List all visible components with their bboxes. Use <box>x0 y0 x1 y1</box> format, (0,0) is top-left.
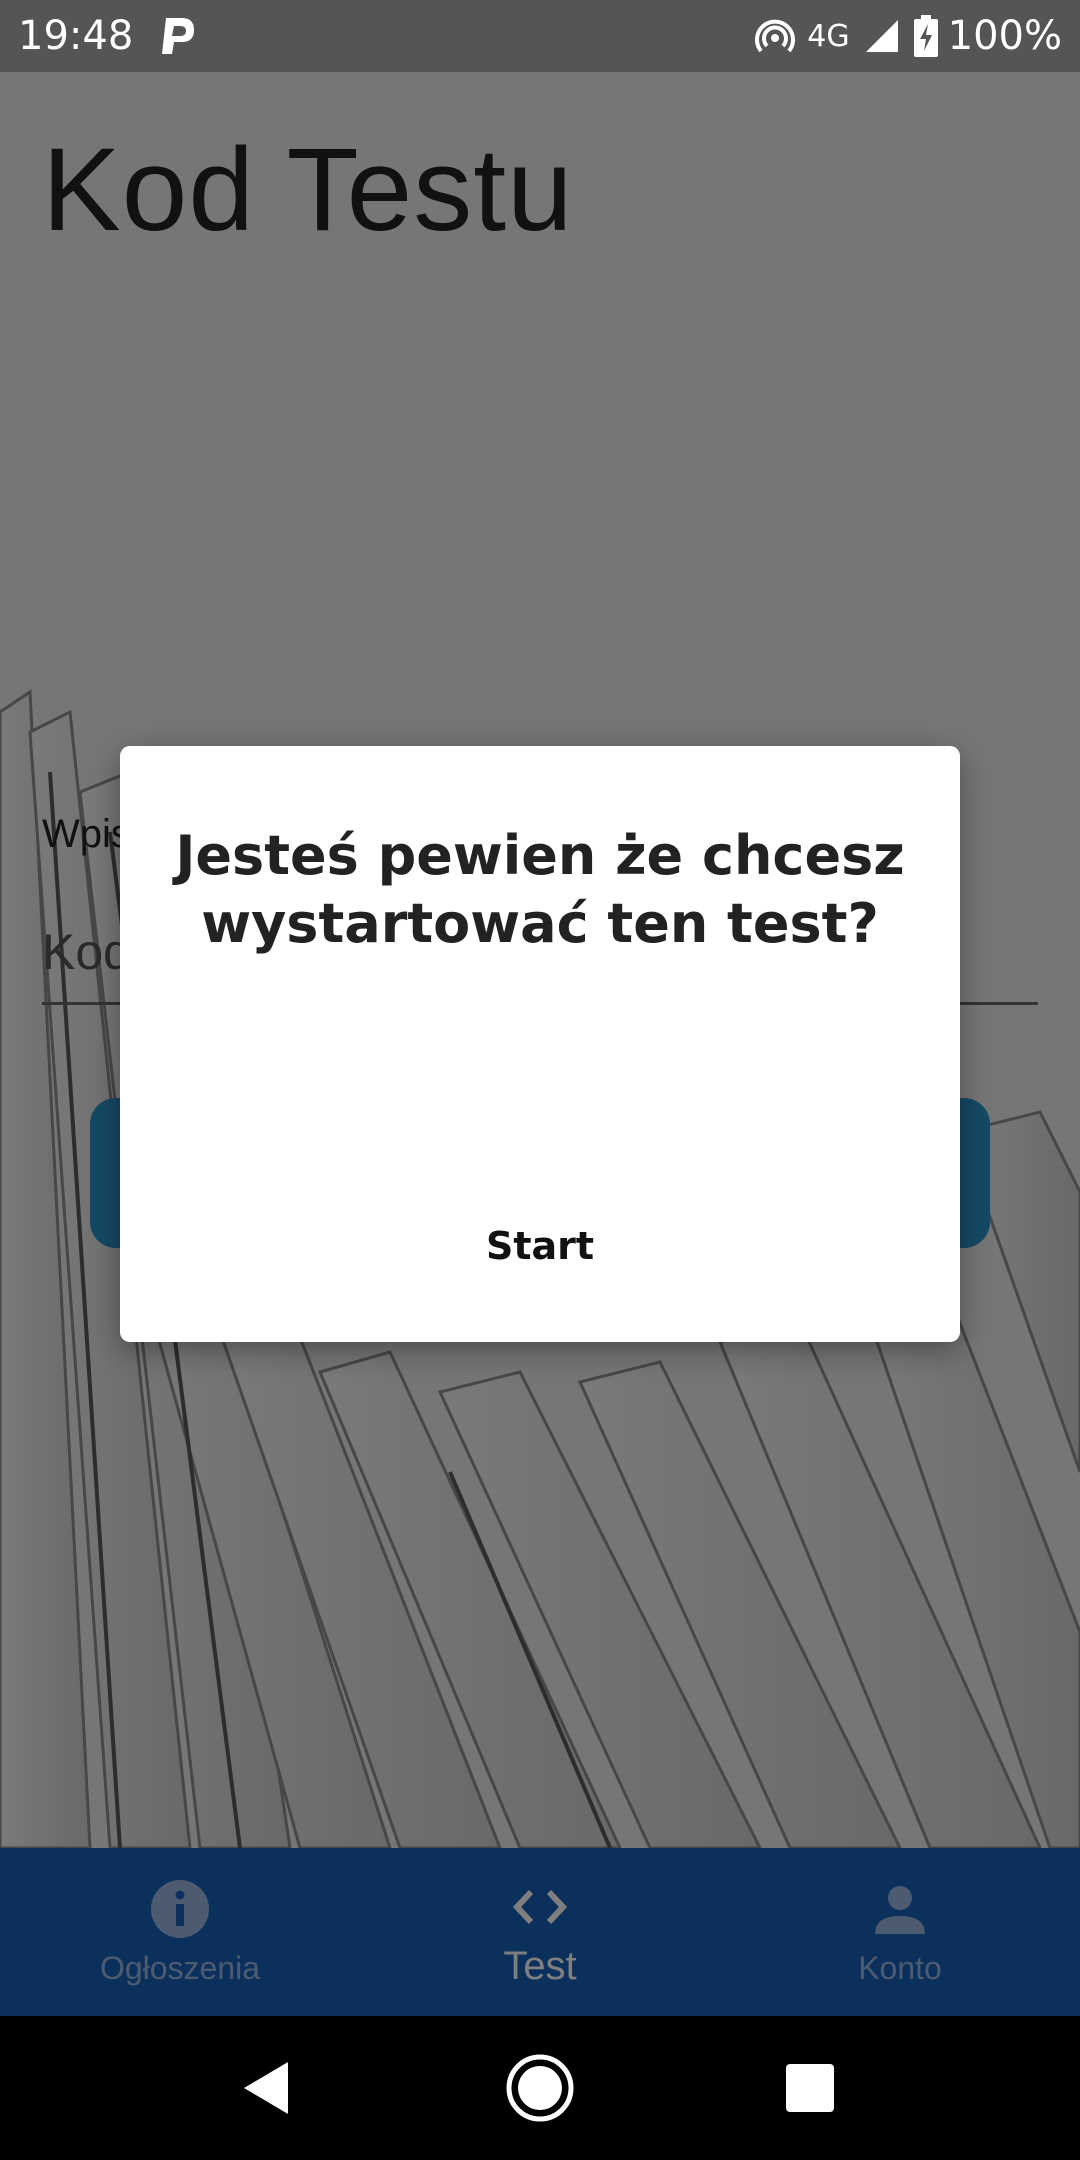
screen: 19:48 4G 100% Kod Jesteś pewien że chces… <box>0 0 1080 2160</box>
status-bar: 19:48 4G 100% <box>0 0 1080 72</box>
start-button[interactable]: Start <box>440 1206 640 1286</box>
dialog-message: Jesteś pewien że chcesz wystartować ten … <box>175 824 905 955</box>
parking-app-icon <box>162 18 194 54</box>
start-test-dialog: Jesteś pewien że chcesz wystartować ten … <box>120 746 960 1342</box>
network-type: 4G <box>807 18 850 54</box>
system-navigation-bar <box>0 2016 1080 2160</box>
back-icon[interactable] <box>228 2048 308 2128</box>
recents-icon[interactable] <box>770 2048 850 2128</box>
signal-icon <box>864 18 900 54</box>
status-time: 19:48 <box>18 13 134 59</box>
hotspot-icon <box>755 16 796 56</box>
battery-charging-icon <box>913 15 938 57</box>
battery-level: 100% <box>947 13 1062 59</box>
status-icons: 4G 100% <box>741 10 1062 62</box>
home-icon[interactable] <box>500 2048 580 2128</box>
